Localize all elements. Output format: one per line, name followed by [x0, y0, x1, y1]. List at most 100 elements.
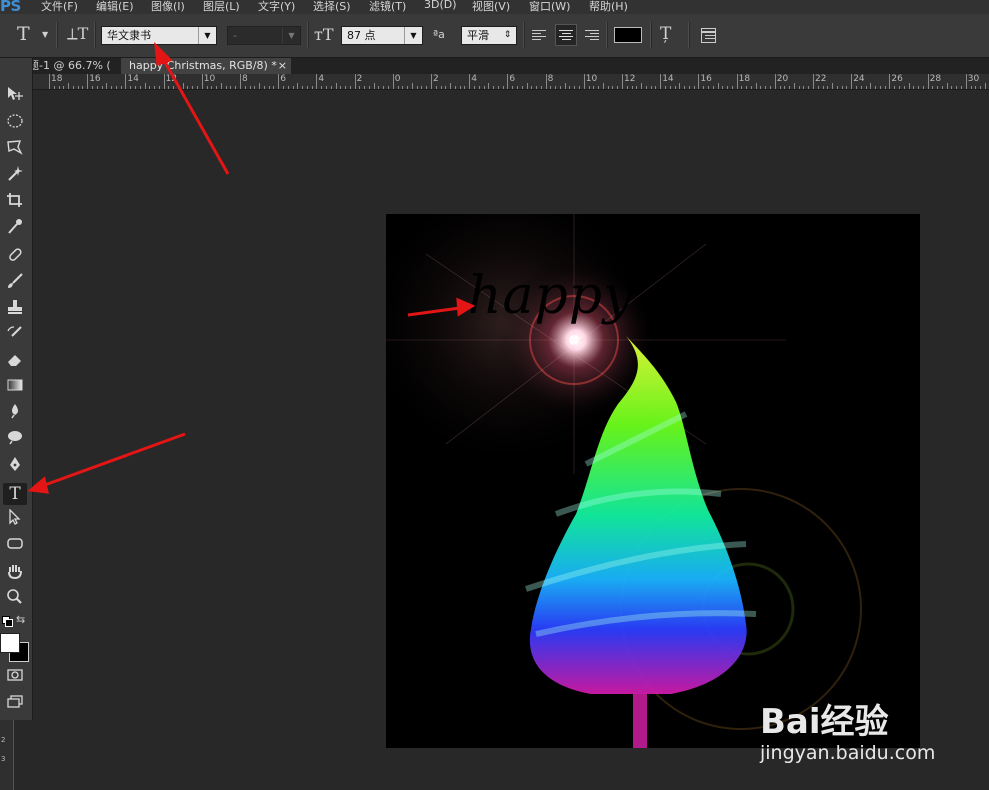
- ruler-tick: [569, 86, 571, 89]
- eraser-tool-icon[interactable]: [3, 351, 27, 373]
- separator: [307, 22, 309, 48]
- menu-type[interactable]: 文字(Y): [258, 0, 295, 14]
- hand-tool-icon[interactable]: [3, 563, 27, 585]
- ruler-tick: [664, 86, 666, 89]
- ruler-tick: [927, 74, 929, 89]
- ruler-tick: [865, 86, 867, 89]
- type-tool-icon[interactable]: T: [3, 483, 27, 505]
- text-color-swatch[interactable]: [614, 27, 642, 43]
- ruler-tick: [397, 86, 399, 89]
- close-icon[interactable]: ×: [278, 58, 287, 73]
- marquee-tool-icon[interactable]: [3, 113, 27, 135]
- antialias-select[interactable]: 平滑 ⇕: [461, 26, 517, 45]
- ruler-tick: [168, 86, 170, 89]
- font-size-select[interactable]: 87 点 ▼: [341, 26, 423, 45]
- ruler-label: 14: [127, 74, 139, 84]
- move-tool-icon[interactable]: [3, 86, 27, 108]
- menu-filter[interactable]: 滤镜(T): [369, 0, 406, 14]
- ruler-tick: [192, 86, 194, 89]
- healing-brush-tool-icon[interactable]: [3, 247, 27, 269]
- ruler-tick: [827, 86, 829, 89]
- ruler-tick: [660, 74, 662, 89]
- ruler-label: 6: [509, 74, 516, 84]
- ruler-tick: [206, 86, 208, 89]
- screen-mode-icon[interactable]: [3, 694, 27, 716]
- type-tool-preset-icon[interactable]: T: [17, 23, 30, 45]
- history-brush-tool-icon[interactable]: [3, 325, 27, 347]
- crop-tool-icon[interactable]: [3, 192, 27, 214]
- ruler-label: 22: [815, 74, 827, 84]
- rectangle-tool-icon[interactable]: [3, 535, 27, 557]
- menu-view[interactable]: 视图(V): [472, 0, 510, 14]
- menu-edit[interactable]: 编辑(E): [96, 0, 134, 14]
- ruler-tick: [951, 86, 953, 89]
- warp-text-icon[interactable]: Ț: [660, 24, 671, 44]
- ruler-tick: [440, 86, 442, 89]
- ruler-tick: [345, 86, 347, 89]
- ruler-tick: [187, 86, 189, 89]
- ruler-tick: [798, 86, 800, 89]
- ruler-tick: [125, 74, 127, 89]
- tab-untitled-1[interactable]: 题-1 @ 66.7% (: [28, 58, 120, 74]
- ruler-tick: [493, 86, 495, 89]
- ruler-label: 14: [662, 74, 674, 84]
- swap-colors-icon[interactable]: ⇆: [16, 613, 25, 626]
- chevron-down-icon[interactable]: ▼: [42, 30, 48, 39]
- ruler-tick: [68, 83, 70, 89]
- gradient-tool-icon[interactable]: [3, 377, 27, 399]
- ruler-label: 10: [203, 74, 216, 84]
- ruler-tick: [693, 86, 695, 89]
- ruler-tick: [774, 74, 776, 89]
- ruler-tick: [636, 86, 638, 89]
- toggle-orientation-icon[interactable]: ⟂T: [67, 24, 88, 44]
- dodge-tool-icon[interactable]: [3, 429, 27, 451]
- ruler-tick: [411, 83, 413, 89]
- align-right-icon[interactable]: [583, 28, 599, 42]
- brush-tool-icon[interactable]: [3, 273, 27, 295]
- ruler-tick: [445, 86, 447, 89]
- ruler-tick: [282, 86, 284, 89]
- zoom-tool-icon[interactable]: [3, 589, 27, 611]
- ruler-tick: [230, 86, 232, 89]
- ruler-tick: [803, 86, 805, 89]
- ruler-label: 26: [891, 74, 903, 84]
- ruler-tick: [855, 86, 857, 89]
- pen-tool-icon[interactable]: [3, 456, 27, 478]
- font-style-select[interactable]: - ▼: [227, 26, 301, 45]
- canvas-text-layer[interactable]: happy Christm: [468, 266, 870, 326]
- menu-3d[interactable]: 3D(D): [424, 0, 457, 11]
- ruler-tick: [321, 86, 323, 89]
- align-center-icon[interactable]: [555, 24, 577, 46]
- eyedropper-tool-icon[interactable]: [3, 218, 27, 240]
- menu-window[interactable]: 窗口(W): [529, 0, 570, 14]
- ruler-tick: [435, 86, 437, 89]
- document-canvas[interactable]: happy Christm: [386, 214, 920, 748]
- character-panel-icon[interactable]: [701, 28, 716, 43]
- path-selection-tool-icon[interactable]: [3, 508, 27, 531]
- ruler-tick: [913, 86, 915, 89]
- menu-help[interactable]: 帮助(H): [589, 0, 628, 14]
- font-family-select[interactable]: 华文隶书 ▼: [101, 26, 217, 45]
- tab-happy-christmas[interactable]: happy Christmas, RGB/8) * ×: [121, 58, 291, 74]
- default-colors-icon[interactable]: [2, 616, 13, 627]
- ruler-tick: [149, 86, 151, 89]
- magic-wand-tool-icon[interactable]: [3, 165, 27, 187]
- ruler-tick: [593, 86, 595, 89]
- lasso-tool-icon[interactable]: [3, 139, 27, 161]
- ruler-tick: [96, 86, 98, 89]
- foreground-color-swatch[interactable]: [0, 633, 20, 653]
- menu-image[interactable]: 图像(I): [151, 0, 185, 14]
- ruler-tick: [507, 74, 509, 89]
- menu-file[interactable]: 文件(F): [41, 0, 78, 14]
- blur-tool-icon[interactable]: [3, 403, 27, 425]
- antialias-icon: ªa: [433, 28, 445, 41]
- menu-select[interactable]: 选择(S): [313, 0, 351, 14]
- ruler-tick: [392, 74, 394, 89]
- align-left-icon[interactable]: [532, 28, 548, 42]
- menu-layer[interactable]: 图层(L): [203, 0, 240, 14]
- ruler-tick: [937, 86, 939, 89]
- quick-mask-icon[interactable]: [3, 667, 27, 689]
- ruler-tick: [82, 86, 84, 89]
- clone-stamp-tool-icon[interactable]: [3, 299, 27, 321]
- ruler-tick: [588, 86, 590, 89]
